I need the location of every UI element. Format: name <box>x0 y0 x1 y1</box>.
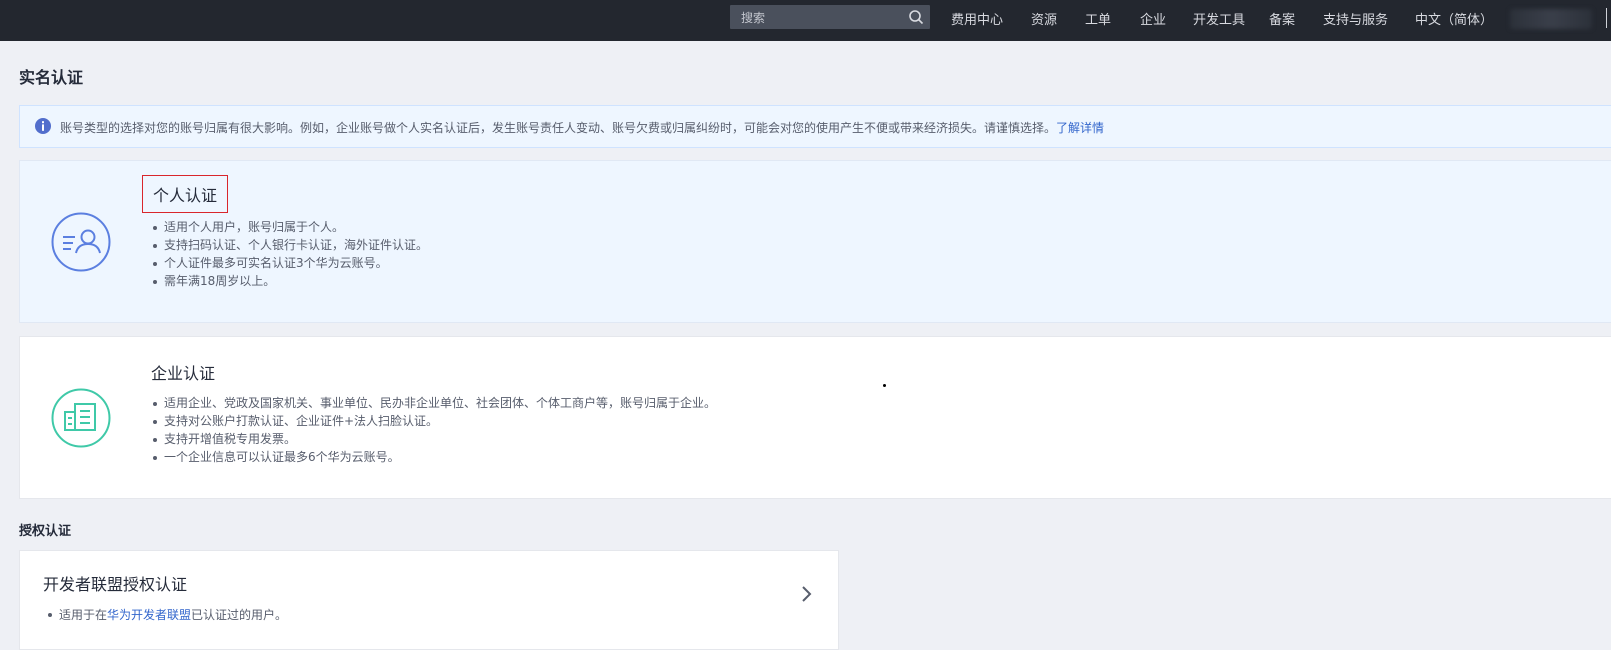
list-item: 支持开增值税专用发票。 <box>152 430 716 448</box>
notice-text: 账号类型的选择对您的账号归属有很大影响。例如，企业账号做个人实名认证后，发生账号… <box>60 119 1104 136</box>
header-nav: 费用中心 资源 工单 企业 开发工具 备案 支持与服务 中文（简体） <box>0 9 1611 29</box>
nav-billing-center[interactable]: 费用中心 <box>951 9 1003 28</box>
personal-auth-features: 适用个人用户，账号归属于个人。 支持扫码认证、个人银行卡认证，海外证件认证。 个… <box>152 218 429 290</box>
authorization-section-title: 授权认证 <box>19 524 72 539</box>
nav-icp-filing[interactable]: 备案 <box>1269 9 1295 28</box>
list-item: 支持扫码认证、个人银行卡认证，海外证件认证。 <box>152 238 429 252</box>
list-item: 个人证件最多可实名认证3个华为云账号。 <box>152 254 428 272</box>
personal-auth-title: 个人认证 <box>142 175 229 213</box>
developer-alliance-auth-desc: 适用于在华为开发者联盟已认证过的用户。 <box>47 606 288 623</box>
top-navbar: 搜索 费用中心 资源 工单 企业 开发工具 备案 支持与服务 中文（简体） <box>0 0 1611 41</box>
desc-text: 适用于在 <box>59 608 108 622</box>
stray-dot <box>883 384 886 387</box>
nav-enterprise[interactable]: 企业 <box>1140 9 1166 28</box>
notice-message: 账号类型的选择对您的账号归属有很大影响。例如，企业账号做个人实名认证后，发生账号… <box>60 121 1057 135</box>
nav-resources[interactable]: 资源 <box>1031 9 1057 28</box>
personal-auth-card[interactable]: 个人认证 适用个人用户，账号归属于个人。 支持扫码认证、个人银行卡认证，海外证件… <box>19 160 1611 323</box>
developer-alliance-link[interactable]: 华为开发者联盟 <box>107 608 191 622</box>
developer-alliance-auth-title: 开发者联盟授权认证 <box>43 575 188 594</box>
personal-id-icon <box>51 212 111 272</box>
header-divider <box>1606 8 1607 28</box>
nav-dev-tools[interactable]: 开发工具 <box>1193 9 1245 28</box>
page-title: 实名认证 <box>19 68 84 87</box>
account-menu[interactable] <box>1510 9 1592 29</box>
enterprise-building-icon <box>51 388 111 448</box>
list-item: 支持对公账户打款认证、企业证件+法人扫脸认证。 <box>152 412 716 430</box>
enterprise-auth-card[interactable]: 企业认证 适用企业、党政及国家机关、事业单位、民办非企业单位、社会团体、个体工商… <box>19 336 1611 499</box>
nav-language[interactable]: 中文（简体） <box>1415 9 1493 28</box>
desc-text: 已认证过的用户。 <box>191 608 288 622</box>
list-item: 适用企业、党政及国家机关、事业单位、民办非企业单位、社会团体、个体工商户等，账号… <box>152 396 717 410</box>
enterprise-auth-title: 企业认证 <box>151 364 216 383</box>
enterprise-auth-features: 适用企业、党政及国家机关、事业单位、民办非企业单位、社会团体、个体工商户等，账号… <box>152 394 717 466</box>
developer-alliance-auth-card[interactable]: 开发者联盟授权认证 适用于在华为开发者联盟已认证过的用户。 <box>19 550 839 650</box>
notice-banner: 账号类型的选择对您的账号归属有很大影响。例如，企业账号做个人实名认证后，发生账号… <box>19 105 1611 148</box>
nav-support-services[interactable]: 支持与服务 <box>1323 9 1388 28</box>
nav-tickets[interactable]: 工单 <box>1085 9 1111 28</box>
list-item: 适用个人用户，账号归属于个人。 <box>152 218 428 236</box>
info-icon <box>35 118 51 134</box>
learn-more-link[interactable]: 了解详情 <box>1056 121 1104 135</box>
list-item: 一个企业信息可以认证最多6个华为云账号。 <box>152 448 716 466</box>
chevron-right-icon[interactable] <box>798 585 814 603</box>
list-item: 需年满18周岁以上。 <box>152 272 428 290</box>
